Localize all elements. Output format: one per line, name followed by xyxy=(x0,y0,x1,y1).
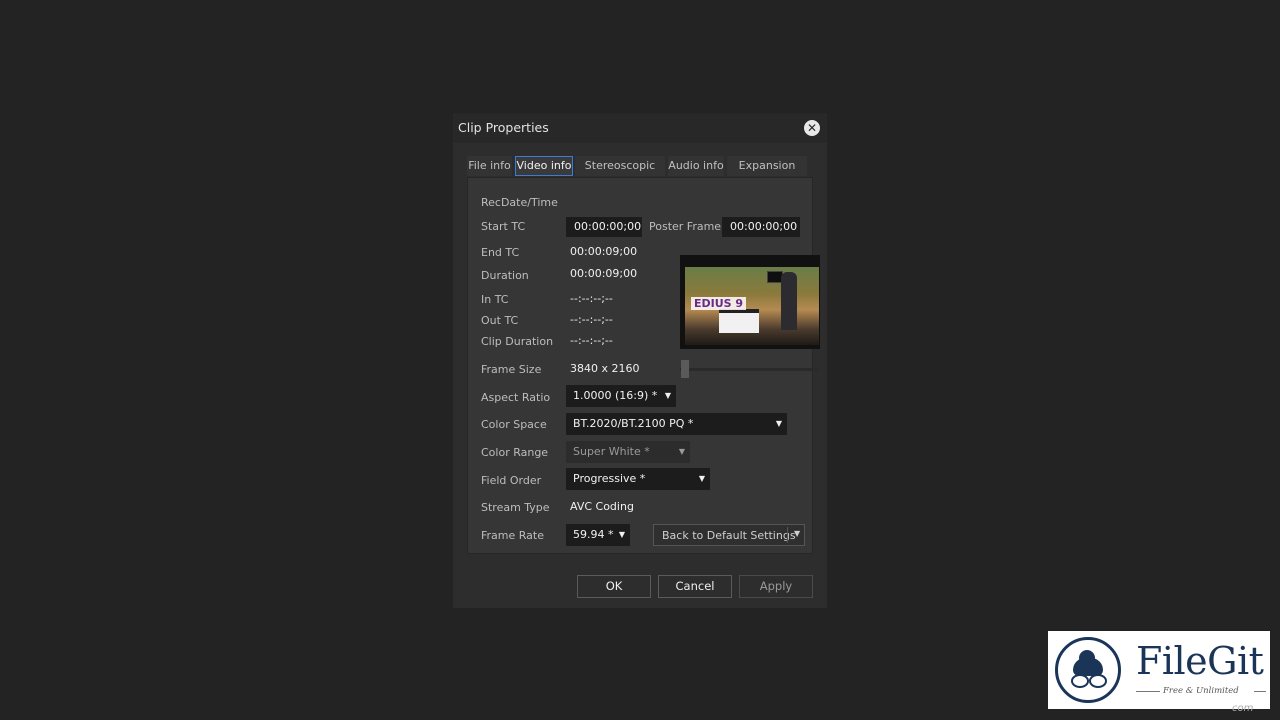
aspect-ratio-select[interactable]: 1.0000 (16:9) * ▼ xyxy=(566,385,676,407)
apply-button[interactable]: Apply xyxy=(739,575,813,598)
goggle-icon xyxy=(1071,674,1089,688)
aspect-ratio-label: Aspect Ratio xyxy=(481,391,551,404)
field-order-label: Field Order xyxy=(481,474,542,487)
dialog-titlebar: Clip Properties ✕ xyxy=(453,113,827,143)
color-space-value: BT.2020/BT.2100 PQ * xyxy=(573,417,694,430)
tab-expansion-info[interactable]: Expansion info xyxy=(727,156,807,192)
poster-slider-track[interactable] xyxy=(680,368,819,371)
back-to-default-label: Back to Default Settings xyxy=(662,529,796,542)
stream-type-value: AVC Coding xyxy=(570,500,634,513)
chevron-down-icon: ▼ xyxy=(678,447,685,456)
tab-video-info[interactable]: Video info xyxy=(515,156,573,176)
color-range-value: Super White * xyxy=(573,445,650,458)
poster-thumbnail: EDIUS 9 xyxy=(680,255,820,349)
field-order-select[interactable]: Progressive * ▼ xyxy=(566,468,710,490)
duration-label: Duration xyxy=(481,269,529,282)
end-tc-label: End TC xyxy=(481,246,520,259)
out-tc-label: Out TC xyxy=(481,314,519,327)
clapperboard-graphic xyxy=(719,309,759,333)
chevron-down-icon: ▼ xyxy=(618,530,625,539)
filegit-logo-icon xyxy=(1055,637,1121,703)
close-icon[interactable]: ✕ xyxy=(804,120,820,136)
poster-frame-field[interactable]: 00:00:00;00 xyxy=(722,217,800,237)
edius-logo-text: EDIUS 9 xyxy=(691,297,747,310)
clip-duration-value: --:--:--;-- xyxy=(570,334,613,347)
frame-rate-value: 59.94 * xyxy=(573,528,614,541)
person-graphic xyxy=(781,272,797,330)
chevron-down-icon: ▼ xyxy=(664,391,671,400)
color-space-label: Color Space xyxy=(481,418,547,431)
tab-file-info[interactable]: File info xyxy=(467,156,512,176)
field-order-value: Progressive * xyxy=(573,472,646,485)
goggle-icon xyxy=(1089,674,1107,688)
tagline-rule xyxy=(1254,691,1266,692)
filegit-name: FileGit xyxy=(1136,639,1264,683)
start-tc-label: Start TC xyxy=(481,220,526,233)
duration-value: 00:00:09;00 xyxy=(570,267,638,280)
dialog-title: Clip Properties xyxy=(458,120,549,135)
chevron-down-icon: ▼ xyxy=(698,474,705,483)
in-tc-value: --:--:--;-- xyxy=(570,292,613,305)
frame-rate-label: Frame Rate xyxy=(481,529,544,542)
button-divider xyxy=(787,527,788,543)
corner-watermark-text: com xyxy=(1232,703,1254,714)
end-tc-value: 00:00:09;00 xyxy=(570,245,638,258)
out-tc-value: --:--:--;-- xyxy=(570,313,613,326)
tab-stereoscopic-info[interactable]: Stereoscopic info xyxy=(575,156,665,192)
poster-image: EDIUS 9 xyxy=(685,267,819,345)
in-tc-label: In TC xyxy=(481,293,509,306)
tab-audio-info[interactable]: Audio info xyxy=(668,156,724,176)
start-tc-field[interactable]: 00:00:00;00 xyxy=(566,217,642,237)
color-space-select[interactable]: BT.2020/BT.2100 PQ * ▼ xyxy=(566,413,787,435)
clip-properties-dialog: Clip Properties ✕ File info Video info S… xyxy=(453,113,827,608)
stream-type-label: Stream Type xyxy=(481,501,550,514)
filegit-tagline: Free & Unlimited xyxy=(1163,686,1239,696)
tagline-rule xyxy=(1136,691,1160,692)
ok-button[interactable]: OK xyxy=(577,575,651,598)
video-info-panel: RecDate/Time Start TC 00:00:00;00 Poster… xyxy=(467,177,820,554)
back-to-default-button[interactable]: Back to Default Settings ▼ xyxy=(653,524,805,546)
cancel-button[interactable]: Cancel xyxy=(658,575,732,598)
frame-rate-select[interactable]: 59.94 * ▼ xyxy=(566,524,630,546)
color-range-label: Color Range xyxy=(481,446,549,459)
poster-slider-handle[interactable] xyxy=(681,360,689,378)
poster-frame-label: Poster Frame xyxy=(649,220,722,233)
frame-size-value: 3840 x 2160 xyxy=(570,362,640,375)
color-range-select[interactable]: Super White * ▼ xyxy=(566,441,690,463)
aspect-ratio-value: 1.0000 (16:9) * xyxy=(573,389,658,402)
chevron-down-icon: ▼ xyxy=(775,419,782,428)
recdate-label: RecDate/Time xyxy=(481,196,558,209)
chevron-down-icon[interactable]: ▼ xyxy=(794,529,800,538)
clip-duration-label: Clip Duration xyxy=(481,335,554,348)
filegit-watermark: FileGit Free & Unlimited xyxy=(1048,631,1270,709)
frame-size-label: Frame Size xyxy=(481,363,542,376)
